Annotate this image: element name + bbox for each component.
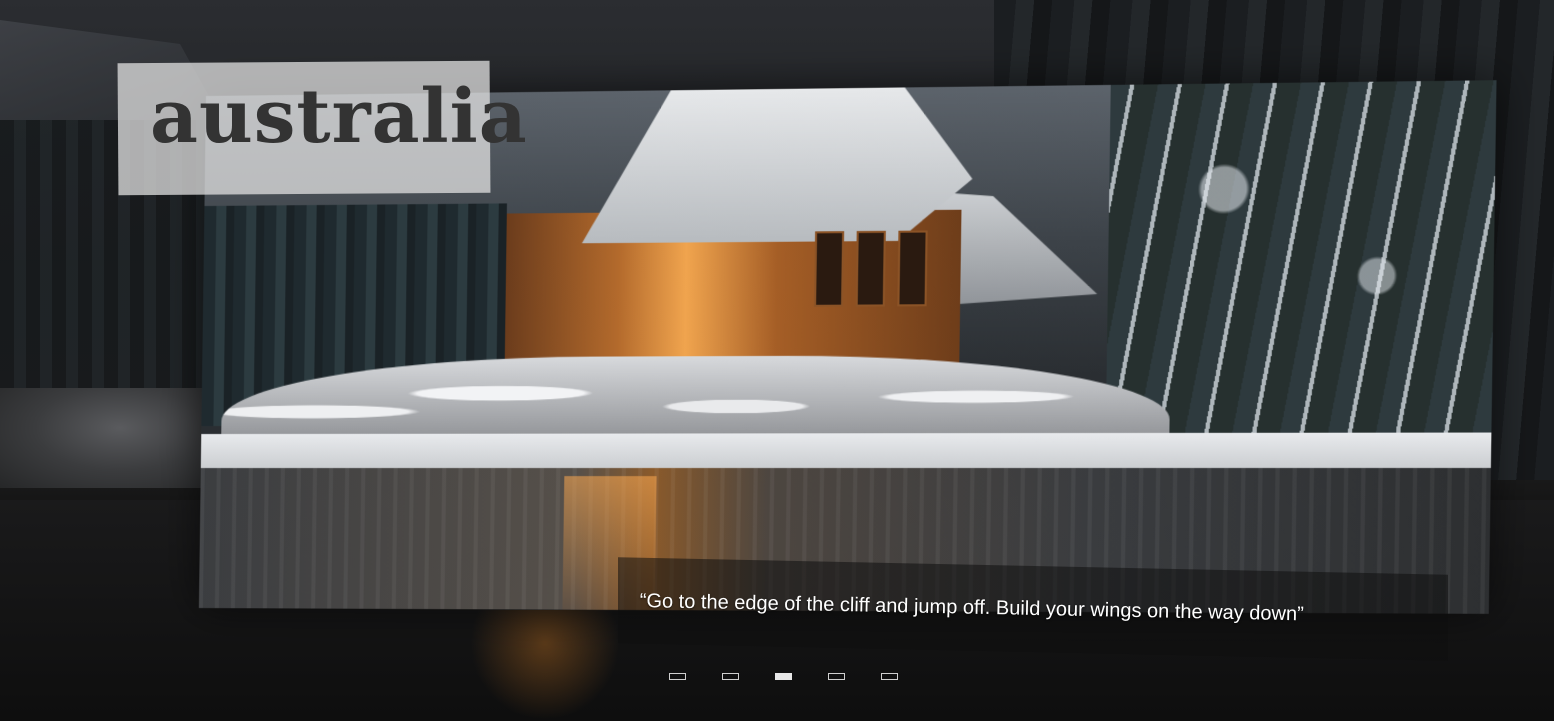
pagination-dot-3[interactable] xyxy=(775,673,792,680)
cabin-window xyxy=(897,230,928,307)
cabin-window xyxy=(814,231,845,307)
pagination-dot-2[interactable] xyxy=(722,673,739,680)
slider-pagination xyxy=(669,673,898,680)
pagination-dot-4[interactable] xyxy=(828,673,845,680)
pagination-dot-5[interactable] xyxy=(881,673,898,680)
pagination-dot-1[interactable] xyxy=(669,673,686,680)
slide-forest-right xyxy=(1105,80,1497,436)
background-reflection-glow xyxy=(470,610,620,720)
slide-title: australia xyxy=(150,74,528,160)
cabin-window xyxy=(855,230,886,307)
